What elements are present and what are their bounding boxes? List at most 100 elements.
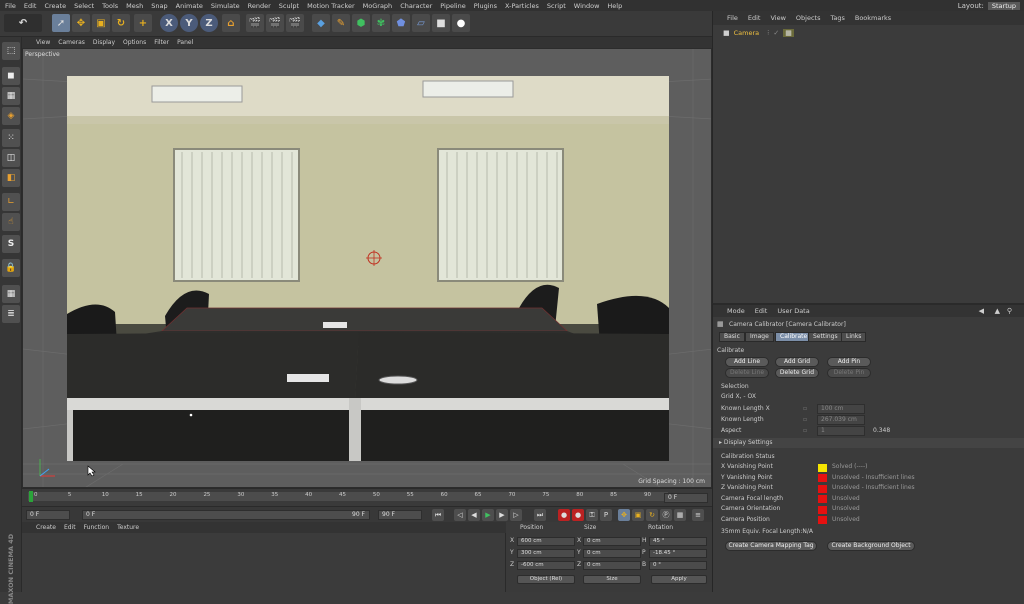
- material-menu-create[interactable]: Create: [36, 524, 56, 531]
- menu-create[interactable]: Create: [44, 2, 66, 10]
- pen-spline-button[interactable]: ✎: [332, 14, 350, 32]
- layout-selector[interactable]: Layout: Startup: [958, 0, 1024, 11]
- material-menu-texture[interactable]: Texture: [117, 524, 139, 531]
- select-tool-button[interactable]: ➚: [52, 14, 70, 32]
- floor-button[interactable]: ▱: [412, 14, 430, 32]
- add-line-button[interactable]: Add Line: [725, 357, 769, 367]
- pos-x-field[interactable]: 600 cm: [517, 537, 575, 546]
- create-camera-mapping-tag-button[interactable]: Create Camera Mapping Tag: [725, 541, 817, 551]
- undo-button[interactable]: ↶: [4, 14, 42, 32]
- subdivision-button[interactable]: ⬢: [352, 14, 370, 32]
- tab-settings[interactable]: Settings: [808, 332, 843, 342]
- layout-value[interactable]: Startup: [987, 1, 1020, 10]
- go-to-end-button[interactable]: ⏭: [534, 509, 546, 521]
- menu-script[interactable]: Script: [547, 2, 566, 10]
- menu-sculpt[interactable]: Sculpt: [279, 2, 299, 10]
- workplane-lock-button[interactable]: 🔒: [2, 259, 20, 277]
- texture-mode-button[interactable]: ▦: [2, 87, 20, 105]
- rot-p-field[interactable]: -18.45 °: [649, 549, 707, 558]
- apply-button[interactable]: Apply: [651, 575, 707, 584]
- menu-plugins[interactable]: Plugins: [474, 2, 497, 10]
- viewport-menu-display[interactable]: Display: [93, 39, 115, 46]
- move-key-button[interactable]: ✥: [618, 509, 630, 521]
- coordinate-system-button[interactable]: ⌂: [222, 14, 240, 32]
- current-frame-field[interactable]: 0 F: [664, 493, 708, 503]
- scale-key-button[interactable]: ▣: [632, 509, 644, 521]
- attribute-menu-user-data[interactable]: User Data: [777, 307, 809, 315]
- tweak-mode-button[interactable]: ☝: [2, 213, 20, 231]
- rotate-tool-button[interactable]: ↻: [112, 14, 130, 32]
- light-button[interactable]: ●: [452, 14, 470, 32]
- add-pin-button[interactable]: Add Pin: [827, 357, 871, 367]
- point-level-button[interactable]: P: [600, 509, 612, 521]
- animation-dot-icon[interactable]: ▫: [803, 416, 807, 423]
- param-key-button[interactable]: Ⓟ: [660, 509, 672, 521]
- previous-key-button[interactable]: ◁: [454, 509, 466, 521]
- polygons-mode-button[interactable]: ◧: [2, 169, 20, 187]
- size-z-field[interactable]: 0 cm: [583, 561, 641, 570]
- pos-z-field[interactable]: -600 cm: [517, 561, 575, 570]
- pla-key-button[interactable]: ▦: [674, 509, 686, 521]
- timeline-ruler[interactable]: 0 5 10 15 20 25 30 35 40 45 50 55 60 65 70 75 80 85 90 0 F: [22, 488, 712, 506]
- attribute-menu-edit[interactable]: Edit: [755, 307, 768, 315]
- render-view-button[interactable]: 🎬: [246, 14, 264, 32]
- menu-pipeline[interactable]: Pipeline: [440, 2, 465, 10]
- start-frame-field[interactable]: 0 F: [26, 510, 70, 520]
- deformer-button[interactable]: ⬟: [392, 14, 410, 32]
- coordinate-mode-select[interactable]: Object (Rel): [517, 575, 575, 584]
- menu-animate[interactable]: Animate: [176, 2, 203, 10]
- play-button[interactable]: ▶: [482, 509, 494, 521]
- search-icon[interactable]: ⚲: [1007, 307, 1012, 315]
- delete-pin-button[interactable]: Delete Pin: [827, 368, 871, 378]
- move-tool-button[interactable]: ✥: [72, 14, 90, 32]
- known-length-field[interactable]: 267.039 cm: [817, 415, 865, 425]
- object-menu-tags[interactable]: Tags: [830, 14, 844, 22]
- object-menu-file[interactable]: File: [727, 14, 738, 22]
- size-mode-select[interactable]: Size: [583, 575, 641, 584]
- menu-select[interactable]: Select: [74, 2, 94, 10]
- delete-grid-button[interactable]: Delete Grid: [775, 368, 819, 378]
- pos-y-field[interactable]: 300 cm: [517, 549, 575, 558]
- make-editable-button[interactable]: ⬚: [2, 42, 20, 60]
- render-settings-button[interactable]: 🎬: [286, 14, 304, 32]
- next-frame-button[interactable]: ▶: [496, 509, 508, 521]
- tab-calibrate[interactable]: Calibrate: [775, 332, 813, 342]
- keyframe-selection-button[interactable]: ⚿: [586, 509, 598, 521]
- known-length-x-field[interactable]: 100 cm: [817, 404, 865, 414]
- array-button[interactable]: ✾: [372, 14, 390, 32]
- viewport-menu-filter[interactable]: Filter: [154, 39, 169, 46]
- viewport-menu-options[interactable]: Options: [123, 39, 146, 46]
- record-button[interactable]: ●: [558, 509, 570, 521]
- aspect-field[interactable]: 1: [817, 426, 865, 436]
- enable-check-icon[interactable]: ✓: [773, 29, 779, 37]
- x-axis-button[interactable]: X: [160, 14, 178, 32]
- model-mode-button[interactable]: ◼: [2, 67, 20, 85]
- solo-button[interactable]: ▦: [2, 285, 20, 303]
- cube-button[interactable]: ◆: [312, 14, 330, 32]
- menu-tools[interactable]: Tools: [102, 2, 118, 10]
- render-picture-viewer-button[interactable]: 🎬: [266, 14, 284, 32]
- live-selection-button[interactable]: +: [134, 14, 152, 32]
- viewport-menu-panel[interactable]: Panel: [177, 39, 193, 46]
- menu-x-particles[interactable]: X-Particles: [505, 2, 539, 10]
- snap-button[interactable]: S: [2, 235, 20, 253]
- object-menu-bookmarks[interactable]: Bookmarks: [855, 14, 891, 22]
- autokey-button[interactable]: ●: [572, 509, 584, 521]
- tab-image[interactable]: Image: [745, 332, 774, 342]
- object-menu-objects[interactable]: Objects: [796, 14, 821, 22]
- object-name[interactable]: Camera: [734, 29, 760, 37]
- delete-line-button[interactable]: Delete Line: [725, 368, 769, 378]
- add-grid-button[interactable]: Add Grid: [775, 357, 819, 367]
- rot-b-field[interactable]: 0 °: [649, 561, 707, 570]
- menu-snap[interactable]: Snap: [151, 2, 167, 10]
- next-key-button[interactable]: ▷: [510, 509, 522, 521]
- viewport-solo-button[interactable]: ≣: [2, 305, 20, 323]
- material-menu-edit[interactable]: Edit: [64, 524, 76, 531]
- previous-frame-button[interactable]: ◀: [468, 509, 480, 521]
- preview-range-slider[interactable]: 0 F 90 F: [82, 510, 370, 520]
- up-arrow-icon[interactable]: ▲: [995, 307, 1000, 315]
- tab-basic[interactable]: Basic: [719, 332, 745, 342]
- rot-h-field[interactable]: 45 °: [649, 537, 707, 546]
- viewport-menu-view[interactable]: View: [36, 39, 50, 46]
- viewport-menu-cameras[interactable]: Cameras: [58, 39, 85, 46]
